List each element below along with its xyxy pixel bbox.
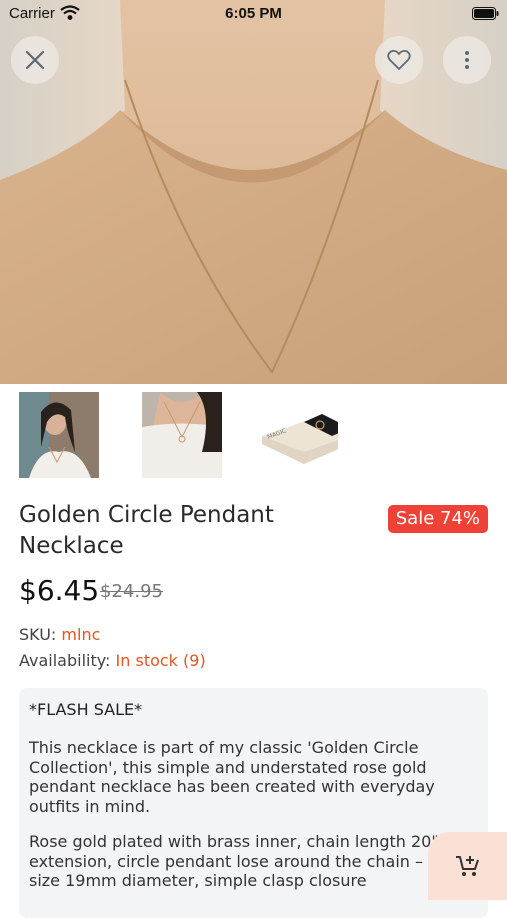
- heart-icon: [387, 50, 411, 70]
- battery-icon: [472, 7, 499, 20]
- status-bar: Carrier 6:05 PM: [0, 0, 507, 28]
- current-price: $6.45: [19, 574, 100, 607]
- woman-wearing-necklace-thumbnail: [19, 392, 99, 478]
- add-to-cart-icon: [455, 856, 479, 876]
- description-paragraph-1: This necklace is part of my classic 'Gol…: [29, 738, 435, 816]
- product-main-image[interactable]: Carrier 6:05 PM: [0, 0, 507, 384]
- flash-sale-label: *FLASH SALE*: [29, 700, 143, 719]
- more-options-button[interactable]: [443, 36, 491, 84]
- thumbnail-3[interactable]: MAGIC: [258, 392, 338, 478]
- thumbnail-strip: MAGIC: [0, 384, 507, 484]
- availability-row: Availability: In stock (9): [19, 651, 206, 670]
- wishlist-button[interactable]: [375, 36, 423, 84]
- clock: 6:05 PM: [225, 5, 282, 22]
- sku-row: SKU: mlnc: [19, 625, 100, 644]
- sale-badge: Sale 74%: [387, 505, 488, 533]
- necklace-gift-box-thumbnail: MAGIC: [258, 392, 338, 478]
- thumbnail-1[interactable]: [19, 392, 99, 478]
- more-vertical-icon: [465, 51, 469, 69]
- availability-label: Availability:: [19, 651, 111, 670]
- description-box: *FLASH SALE* This necklace is part of my…: [19, 688, 488, 918]
- close-icon: [25, 50, 45, 70]
- thumbnail-2[interactable]: [142, 392, 222, 478]
- original-price: $24.95: [100, 581, 163, 602]
- close-button[interactable]: [11, 36, 59, 84]
- add-to-cart-button[interactable]: [428, 832, 507, 900]
- description-paragraph-2: Rose gold plated with brass inner, chain…: [29, 832, 471, 890]
- availability-value: In stock: [115, 651, 178, 670]
- stock-count: (9): [183, 651, 206, 670]
- product-title: Golden Circle Pendant Necklace: [19, 502, 274, 559]
- necklace-closeup-thumbnail: [142, 392, 222, 478]
- product-photo: [0, 0, 507, 384]
- sku-value: mlnc: [61, 625, 101, 644]
- sku-label: SKU:: [19, 625, 57, 644]
